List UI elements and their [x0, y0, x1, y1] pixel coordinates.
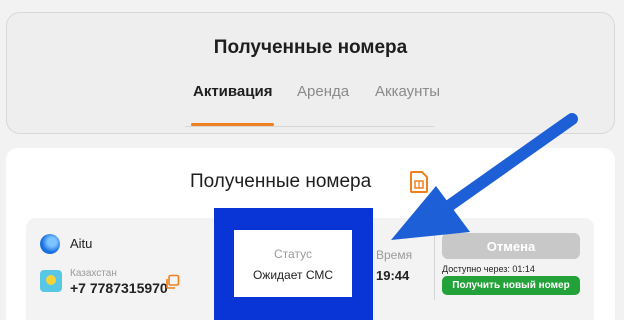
pointer-arrow-icon [391, 113, 578, 240]
